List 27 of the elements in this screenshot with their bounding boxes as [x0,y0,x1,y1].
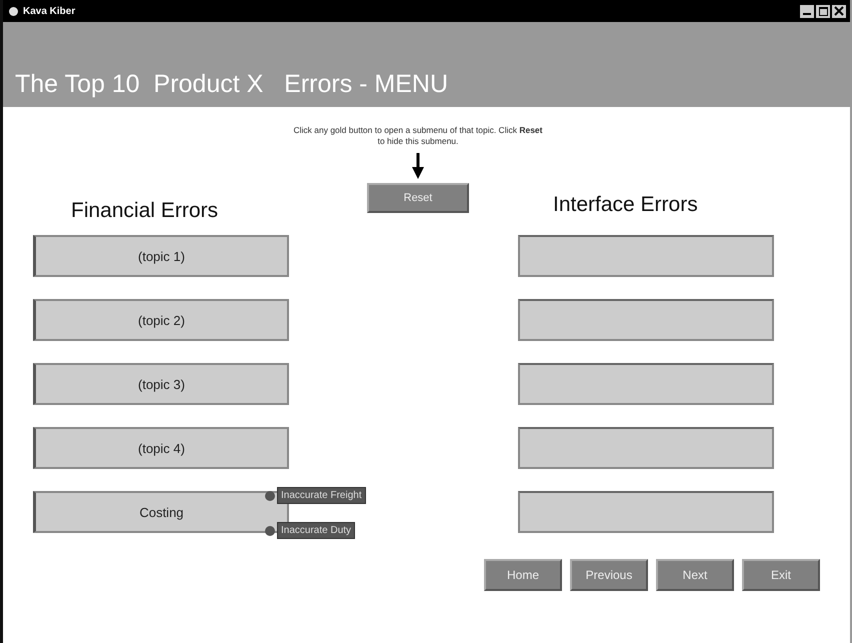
close-button[interactable] [832,4,846,18]
instruction-text: Click any gold button to open a submenu of that topic. Click Reset to hide this submenu. [293,125,543,147]
column-heading: Interface Errors [553,193,698,217]
nav-button[interactable]: Home [484,559,562,591]
nav-button[interactable]: Previous [570,559,648,591]
app-icon [9,6,18,16]
blank-topic-button[interactable] [518,235,774,277]
topic-button[interactable]: (topic 1) [33,235,289,277]
maximize-button[interactable] [816,4,830,18]
blank-topic-button[interactable] [518,427,774,469]
topic-button[interactable]: (topic 2) [33,299,289,341]
topic-button[interactable]: (topic 4) [33,427,289,469]
submenu-item[interactable]: Inaccurate Freight [277,487,366,504]
blank-topic-button[interactable] [518,299,774,341]
minimize-button[interactable] [800,4,814,18]
submenu-item[interactable]: Inaccurate Duty [277,522,356,539]
bullet-icon [265,490,275,500]
blank-topic-button[interactable] [518,491,774,533]
topic-button[interactable]: (topic 3) [33,363,289,405]
reset-button[interactable]: Reset [367,183,469,213]
blank-topic-button[interactable] [518,363,774,405]
down-arrow-icon [412,153,424,179]
nav-button[interactable]: Next [656,559,734,591]
nav-button[interactable]: Exit [742,559,820,591]
window-title: Kava Kiber [23,6,76,16]
column-heading: Financial Errors [71,199,218,223]
menu-title: The Top 10 Product X Errors - MENU [15,70,448,99]
